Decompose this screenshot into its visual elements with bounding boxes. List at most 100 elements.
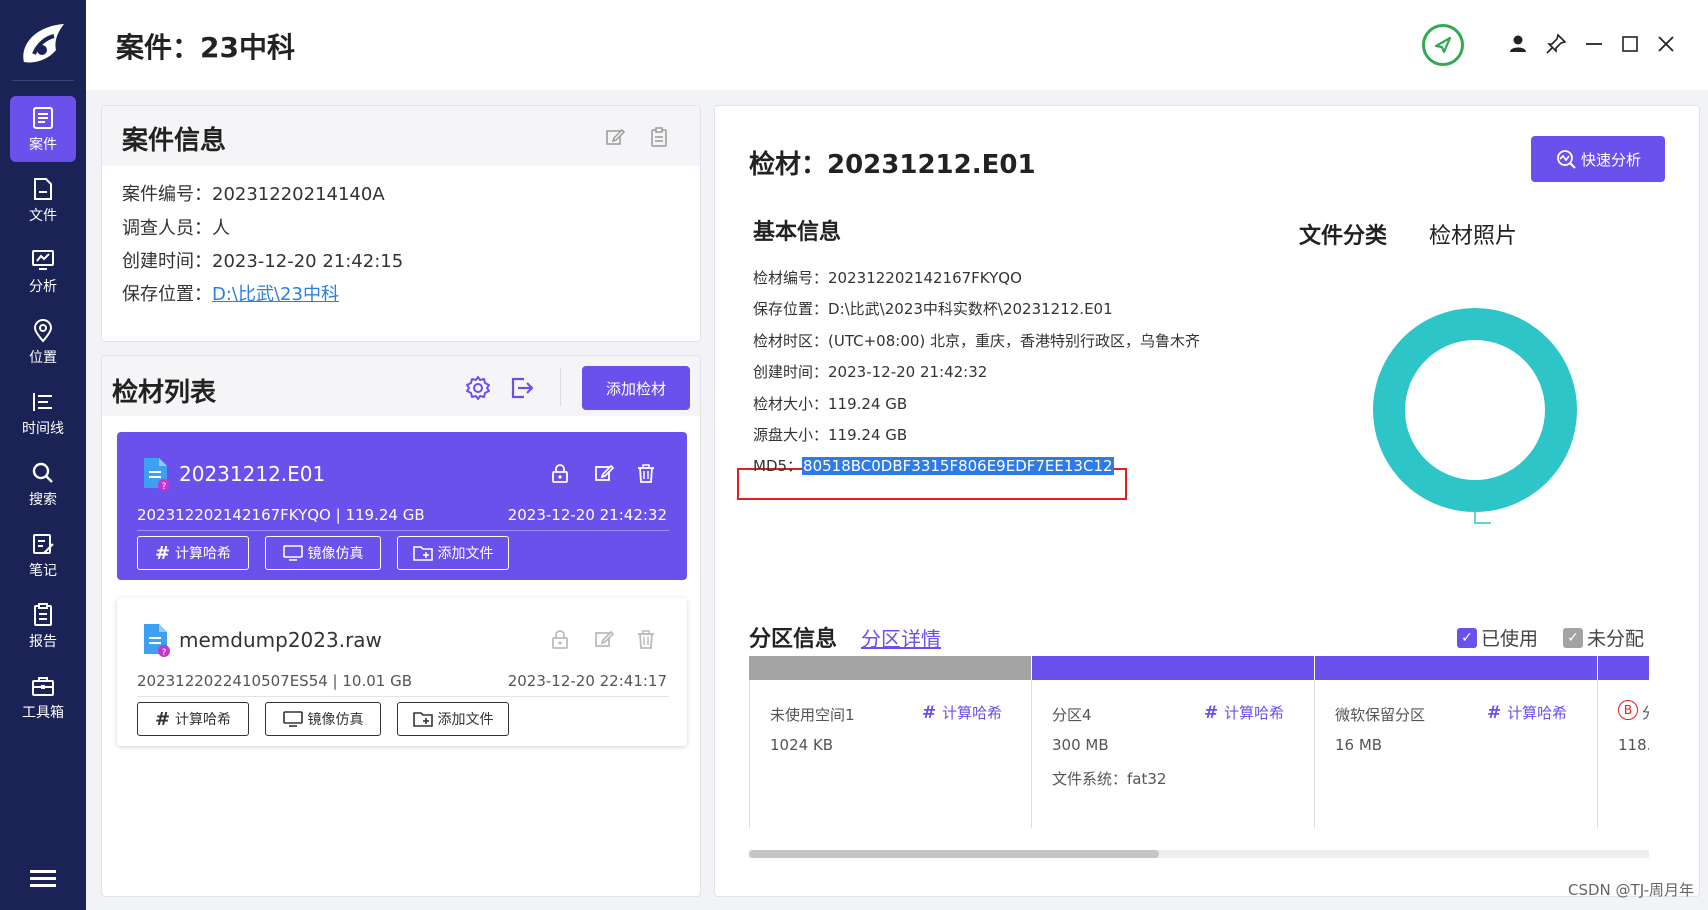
evidence-item[interactable]: ? memdump2023.raw 2023122022410507ES54 |… [117,598,687,746]
svg-text:?: ? [162,648,167,658]
partition-hash-button[interactable]: # 计算哈希 [1204,702,1284,723]
mirror-emulation-label: 镜像仿真 [307,712,364,728]
header-divider [560,368,561,406]
add-file-button[interactable]: 添加文件 [397,536,509,570]
sidebar-item-label: 分析 [29,278,57,295]
save-location-link[interactable]: D:\比武\23中科 [212,284,339,305]
minimize-icon[interactable] [1580,30,1608,58]
partition-size: 1024 KB [770,736,834,754]
evidence-location-row: 保存位置：D:\比武\2023中科实数杯\20231212.E01 [753,298,1113,319]
sidebar-item-case[interactable]: 案件 [10,96,76,162]
partition-hash-label: 计算哈希 [1507,704,1568,722]
evidence-size-value: 119.24 GB [828,395,908,413]
evidence-list-card: 检材列表 添加检材 ? 20231212.E01 202312202142167… [101,355,701,897]
send-status-button[interactable] [1422,24,1464,66]
logo-divider [12,80,74,81]
checkbox-checked-icon[interactable]: ✓ [1457,627,1477,648]
compute-hash-button[interactable]: # 计算哈希 [137,702,249,736]
sidebar-item-location[interactable]: 位置 [10,309,76,375]
sidebar-item-timeline[interactable]: 时间线 [10,380,76,446]
partition-hash-label: 计算哈希 [942,704,1003,722]
partition-bar-unused [749,656,1031,680]
md5-value[interactable]: 80518BC0DBF3315F806E9EDF7EE13C12 [802,457,1114,475]
analysis-icon [32,249,54,270]
evidence-created-row: 创建时间：2023-12-20 21:42:32 [753,361,987,382]
partition-card[interactable]: B 分 118. [1598,680,1649,828]
add-file-label: 添加文件 [437,712,494,728]
add-evidence-button[interactable]: 添加检材 [582,366,690,410]
sidebar-item-label: 报告 [29,633,57,650]
case-number-label: 案件编号： [122,184,212,205]
evidence-timezone-row: 检材时区：(UTC+08:00) 北京，重庆，香港特别行政区，乌鲁木齐 [753,330,1200,351]
sidebar-item-report[interactable]: 报告 [10,593,76,659]
sidebar-item-note[interactable]: 笔记 [10,522,76,588]
case-number-row: 案件编号：20231220214140A [122,180,385,206]
settings-gear-icon[interactable] [464,374,492,402]
hash-icon: # [1204,703,1225,723]
case-info-header: 案件信息 [102,106,700,166]
checkbox-checked-icon[interactable]: ✓ [1563,627,1583,648]
evidence-list-header: 检材列表 添加检材 [102,356,700,416]
quick-analysis-label: 快速分析 [1580,150,1641,169]
edit-icon[interactable] [593,462,615,484]
app-logo-icon [23,24,64,63]
user-icon[interactable] [1504,30,1532,58]
evidence-detail-title: 检材：20231212.E01 [749,150,1036,180]
sidebar-item-label: 笔记 [29,562,57,579]
add-folder-icon [412,712,433,727]
report-icon [34,602,52,626]
source-disk-size-value: 119.24 GB [828,426,908,444]
evidence-size-label: 检材大小： [753,395,829,413]
partition-hash-button[interactable]: # 计算哈希 [1487,702,1567,723]
delete-trash-icon[interactable] [635,628,657,650]
evidence-item-selected[interactable]: ? 20231212.E01 202312202142167FKYQO | 11… [117,432,687,580]
sidebar-item-analysis[interactable]: 分析 [10,238,76,304]
edit-icon[interactable] [604,126,626,148]
mirror-emulation-label: 镜像仿真 [307,546,364,562]
tab-file-classification[interactable]: 文件分类 [1299,218,1387,250]
source-disk-size-row: 源盘大小：119.24 GB [753,424,907,445]
mirror-emulation-button[interactable]: 镜像仿真 [265,702,381,736]
md5-row: MD5：80518BC0DBF3315F806E9EDF7EE13C12 [753,456,1114,476]
edit-icon[interactable] [593,628,615,650]
watermark: CSDN @TJ-周月年 [1568,881,1694,899]
quick-analysis-button[interactable]: 快速分析 [1531,136,1665,182]
sidebar-item-label: 搜索 [29,491,57,508]
mirror-emulation-button[interactable]: 镜像仿真 [265,536,381,570]
evidence-created-value: 2023-12-20 21:42:32 [828,363,988,381]
legend-used[interactable]: ✓ 已使用 [1457,624,1538,651]
created-time-value: 2023-12-20 21:42:15 [212,251,404,272]
bitlocker-icon: B [1618,700,1638,720]
compute-hash-button[interactable]: # 计算哈希 [137,536,249,570]
lock-icon[interactable] [549,628,571,650]
clipboard-icon[interactable] [648,126,670,148]
horizontal-scrollbar-thumb[interactable] [749,850,1159,858]
location-icon [33,318,53,343]
close-icon[interactable] [1652,30,1680,58]
add-file-button[interactable]: 添加文件 [397,702,509,736]
delete-trash-icon[interactable] [635,462,657,484]
pin-icon[interactable] [1542,30,1570,58]
export-icon[interactable] [508,374,536,402]
partition-info-title: 分区信息 [749,627,838,652]
sidebar-item-label: 工具箱 [22,704,64,721]
divider [137,696,669,697]
partition-card[interactable]: 未使用空间1 # 计算哈希 1024 KB [749,680,1032,828]
sidebar-item-label: 位置 [29,349,57,366]
sidebar-item-file[interactable]: 文件 [10,167,76,233]
tab-evidence-photos[interactable]: 检材照片 [1429,218,1517,250]
maximize-icon[interactable] [1616,30,1644,58]
partition-card[interactable]: 分区4 # 计算哈希 300 MB 文件系统：fat32 [1032,680,1315,828]
sidebar-item-toolbox[interactable]: 工具箱 [10,664,76,730]
partition-details-link[interactable]: 分区详情 [861,623,941,652]
lock-icon[interactable] [549,462,571,484]
partition-hash-button[interactable]: # 计算哈希 [922,702,1002,723]
evidence-timezone-value: (UTC+08:00) 北京，重庆，香港特别行政区，乌鲁木齐 [828,332,1201,350]
partition-card[interactable]: 微软保留分区 # 计算哈希 16 MB [1315,680,1598,828]
menu-icon[interactable] [30,868,56,890]
legend-unallocated[interactable]: ✓ 未分配 [1563,624,1644,651]
investigator-row: 调查人员：人 [122,214,230,240]
partition-name: 未使用空间1 [770,706,855,724]
monitor-icon [282,545,303,561]
sidebar-item-search[interactable]: 搜索 [10,451,76,517]
